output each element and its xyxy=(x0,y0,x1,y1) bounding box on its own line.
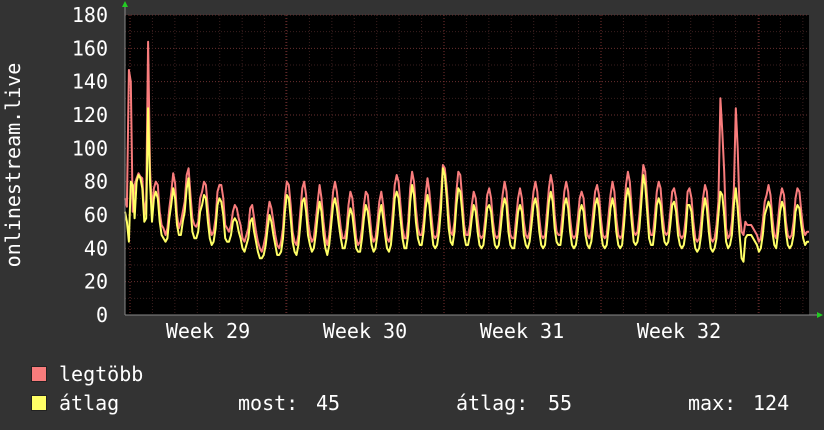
legend-swatch-legtobb xyxy=(31,366,47,382)
stat-most-value: 45 xyxy=(316,391,341,415)
y-tick-label: 0 xyxy=(96,303,108,327)
y-tick-label: 40 xyxy=(84,236,108,260)
y-tick-label: 100 xyxy=(72,136,108,160)
legend-label-legtobb: legtöbb xyxy=(59,362,144,386)
y-tick-label: 140 xyxy=(72,70,108,94)
chart-canvas: 0 20 40 60 80 100 120 140 160 180 Week 29 Week 30 W… xyxy=(0,0,824,430)
y-tick-label: 60 xyxy=(84,203,108,227)
y-tick-label: 80 xyxy=(84,170,108,194)
y-axis-label: onlinestream.live xyxy=(1,63,25,268)
x-tick-label: Week 29 xyxy=(166,319,250,343)
y-tick-label: 160 xyxy=(72,36,108,60)
y-tick-label: 20 xyxy=(84,270,108,294)
stat-atlag-label: átlag: xyxy=(456,391,529,415)
y-tick-label: 180 xyxy=(72,3,108,27)
stat-atlag-value: 55 xyxy=(548,391,573,415)
x-tick-label: Week 32 xyxy=(637,319,721,343)
x-tick-labels: Week 29 Week 30 Week 31 Week 32 xyxy=(166,319,721,343)
legend-label-atlag: átlag xyxy=(59,391,120,415)
x-tick-label: Week 31 xyxy=(480,319,564,343)
y-tick-label: 120 xyxy=(72,103,108,127)
stat-max-label: max: xyxy=(688,391,737,415)
y-axis-arrow-icon xyxy=(122,1,128,7)
y-tick-labels: 0 20 40 60 80 100 120 140 160 180 xyxy=(72,3,108,327)
stat-most-label: most: xyxy=(238,391,299,415)
stat-max-value: 124 xyxy=(753,391,790,415)
legend-swatch-atlag xyxy=(31,395,47,411)
x-tick-label: Week 30 xyxy=(323,319,407,343)
x-axis-arrow-icon xyxy=(817,312,823,318)
